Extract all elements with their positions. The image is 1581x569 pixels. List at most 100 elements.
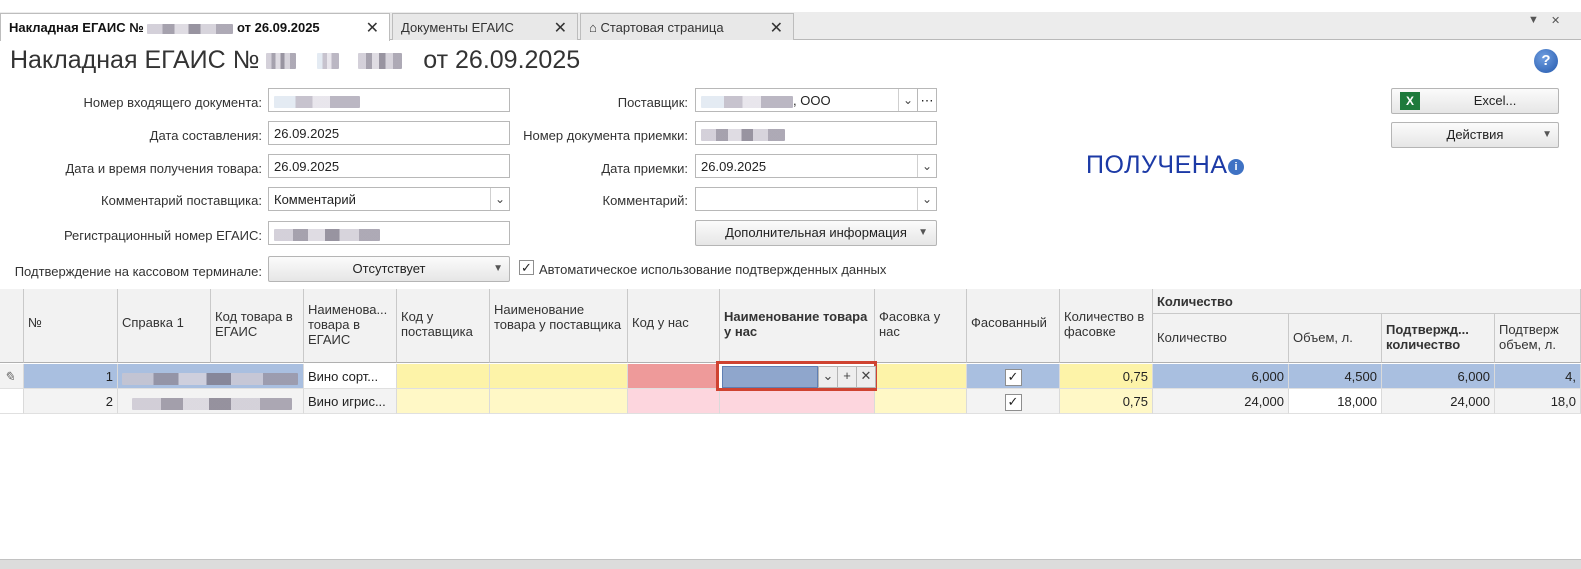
col-header-no[interactable]: № [24, 289, 118, 363]
close-icon[interactable]: ✕ [366, 18, 379, 38]
cell-egais-name[interactable]: Вино сорт... [304, 364, 397, 389]
col-header-supplier-code[interactable]: Код у поставщика [397, 289, 490, 363]
cell-supplier-name[interactable] [490, 364, 628, 389]
col-header-supplier-name[interactable]: Наименование товара у поставщика [490, 289, 628, 363]
bottom-scrollbar[interactable] [0, 559, 1581, 569]
page-title: Накладная ЕГАИС № от 26.09.2025 [10, 46, 581, 74]
col-header-qty-in-pack[interactable]: Количество в фасовке [1060, 289, 1153, 363]
comment-combo[interactable]: ⌄ [695, 187, 937, 211]
cell-confirmed-volume[interactable]: 18,0 [1495, 389, 1581, 414]
auto-use-checkbox[interactable]: ✓ [519, 260, 534, 275]
cell-packed[interactable]: ✓ [967, 364, 1060, 389]
cell-our-pack[interactable] [875, 364, 967, 389]
pos-confirm-label: Подтверждение на кассовом терминале: [14, 264, 262, 279]
row-edit-indicator-icon: ✎ [0, 364, 24, 389]
egais-reg-label: Регистрационный номер ЕГАИС: [63, 228, 262, 243]
acceptance-date-combo[interactable]: 26.09.2025 ⌄ [695, 154, 937, 178]
tab-list-dropdown-icon[interactable]: ▼ [1528, 14, 1539, 26]
product-lookup-input[interactable] [722, 366, 818, 388]
additional-info-button[interactable]: Дополнительная информация ▼ [695, 220, 937, 246]
cell-volume[interactable]: 18,000 [1289, 389, 1382, 414]
cell-no[interactable]: 2 [24, 389, 118, 414]
tab-label: Документы ЕГАИС [401, 20, 514, 35]
product-lookup-editor[interactable]: ⌄ + ✕ [716, 361, 877, 391]
packed-checkbox[interactable]: ✓ [1004, 369, 1022, 386]
chevron-down-icon[interactable]: ⌄ [917, 188, 936, 210]
excel-button[interactable]: X Excel... [1391, 88, 1559, 114]
col-header-confirmed-volume[interactable]: Подтверж объем, л. [1495, 314, 1581, 363]
pos-confirm-dropdown[interactable]: Отсутствует ▼ [268, 256, 510, 282]
cell-confirmed-qty[interactable]: 6,000 [1382, 364, 1495, 389]
tab-label: Стартовая страница [600, 20, 724, 35]
cell-qty[interactable]: 6,000 [1153, 364, 1289, 389]
col-header-cert[interactable]: Справка 1 [118, 289, 211, 363]
cell-no[interactable]: 1 [24, 364, 118, 389]
col-group-header-quantity: Количество [1153, 289, 1581, 314]
cell-egais-name[interactable]: Вино игрис... [304, 389, 397, 414]
created-date-label: Дата составления: [149, 128, 262, 143]
redacted-number [147, 23, 234, 34]
supplier-label: Поставщик: [617, 95, 688, 110]
chevron-down-icon[interactable]: ⌄ [898, 89, 917, 111]
tab-egais-documents[interactable]: Документы ЕГАИС ✕ [392, 13, 578, 40]
cell-our-code[interactable] [628, 389, 720, 414]
cell-packed[interactable]: ✓ [967, 389, 1060, 414]
col-header-confirmed-qty[interactable]: Подтвержд... количество [1382, 314, 1495, 363]
auto-use-label: Автоматическое использование подтвержден… [539, 262, 887, 277]
col-header-packed[interactable]: Фасованный [967, 289, 1060, 363]
info-icon[interactable]: i [1228, 159, 1244, 175]
row-indicator-header [0, 289, 24, 363]
cell-cert-egais-code[interactable] [118, 364, 304, 389]
cell-qty-in-pack[interactable]: 0,75 [1060, 364, 1153, 389]
dropdown-arrow-icon: ▼ [1542, 129, 1552, 140]
acceptance-date-label: Дата приемки: [601, 161, 688, 176]
tab-egais-invoice[interactable]: Накладная ЕГАИС № от 26.09.2025 ✕ [0, 13, 390, 41]
cell-our-pack[interactable] [875, 389, 967, 414]
cell-confirmed-volume[interactable]: 4, [1495, 364, 1581, 389]
add-icon[interactable]: + [837, 366, 857, 388]
clear-icon[interactable]: ✕ [856, 366, 876, 388]
row-indicator [0, 389, 24, 414]
supplier-combo[interactable]: , ООО ⌄ [695, 88, 918, 112]
excel-icon: X [1400, 92, 1420, 110]
cell-our-code[interactable] [628, 364, 720, 389]
status-label: ПОЛУЧЕНА [1086, 151, 1228, 179]
close-icon[interactable]: ✕ [770, 18, 783, 38]
supplier-more-button[interactable]: ⋯ [917, 88, 937, 112]
chevron-down-icon[interactable]: ⌄ [818, 366, 838, 388]
col-header-our-code[interactable]: Код у нас [628, 289, 720, 363]
comment-label: Комментарий: [602, 193, 689, 208]
cell-supplier-name[interactable] [490, 389, 628, 414]
col-header-our-pack[interactable]: Фасовка у нас [875, 289, 967, 363]
acceptance-doc-label: Номер документа приемки: [523, 128, 688, 143]
col-header-egais-name[interactable]: Наименова... товара в ЕГАИС [304, 289, 397, 363]
packed-checkbox[interactable]: ✓ [1004, 394, 1022, 411]
tab-label-date: от 26.09.2025 [237, 20, 320, 35]
cell-confirmed-qty[interactable]: 24,000 [1382, 389, 1495, 414]
chevron-down-icon[interactable]: ⌄ [917, 155, 936, 177]
close-icon[interactable]: ✕ [554, 18, 567, 38]
cell-supplier-code[interactable] [397, 389, 490, 414]
actions-button[interactable]: Действия ▼ [1391, 122, 1559, 148]
col-header-egais-code[interactable]: Код товара в ЕГАИС [211, 289, 304, 363]
dropdown-arrow-icon: ▼ [918, 227, 928, 238]
col-header-volume[interactable]: Объем, л. [1289, 314, 1382, 363]
col-header-our-name[interactable]: Наименование товара у нас [720, 289, 875, 363]
tab-start-page[interactable]: ⌂ Стартовая страница ✕ [580, 13, 794, 40]
cell-cert-egais-code[interactable] [118, 389, 304, 414]
cell-qty-in-pack[interactable]: 0,75 [1060, 389, 1153, 414]
col-header-qty[interactable]: Количество [1153, 314, 1289, 363]
incoming-doc-label: Номер входящего документа: [83, 95, 262, 110]
cell-qty[interactable]: 24,000 [1153, 389, 1289, 414]
cell-supplier-code[interactable] [397, 364, 490, 389]
acceptance-doc-field[interactable] [695, 121, 937, 145]
received-datetime-label: Дата и время получения товара: [65, 161, 263, 176]
help-icon[interactable]: ? [1534, 49, 1558, 73]
tab-label: Накладная ЕГАИС № [9, 20, 144, 35]
close-all-icon[interactable]: ✕ [1551, 14, 1560, 27]
egais-reg-field[interactable] [268, 221, 510, 245]
supplier-comment-label: Комментарий поставщика: [101, 193, 262, 208]
cell-volume[interactable]: 4,500 [1289, 364, 1382, 389]
cell-our-name[interactable] [720, 389, 875, 414]
dropdown-arrow-icon: ▼ [493, 263, 503, 274]
